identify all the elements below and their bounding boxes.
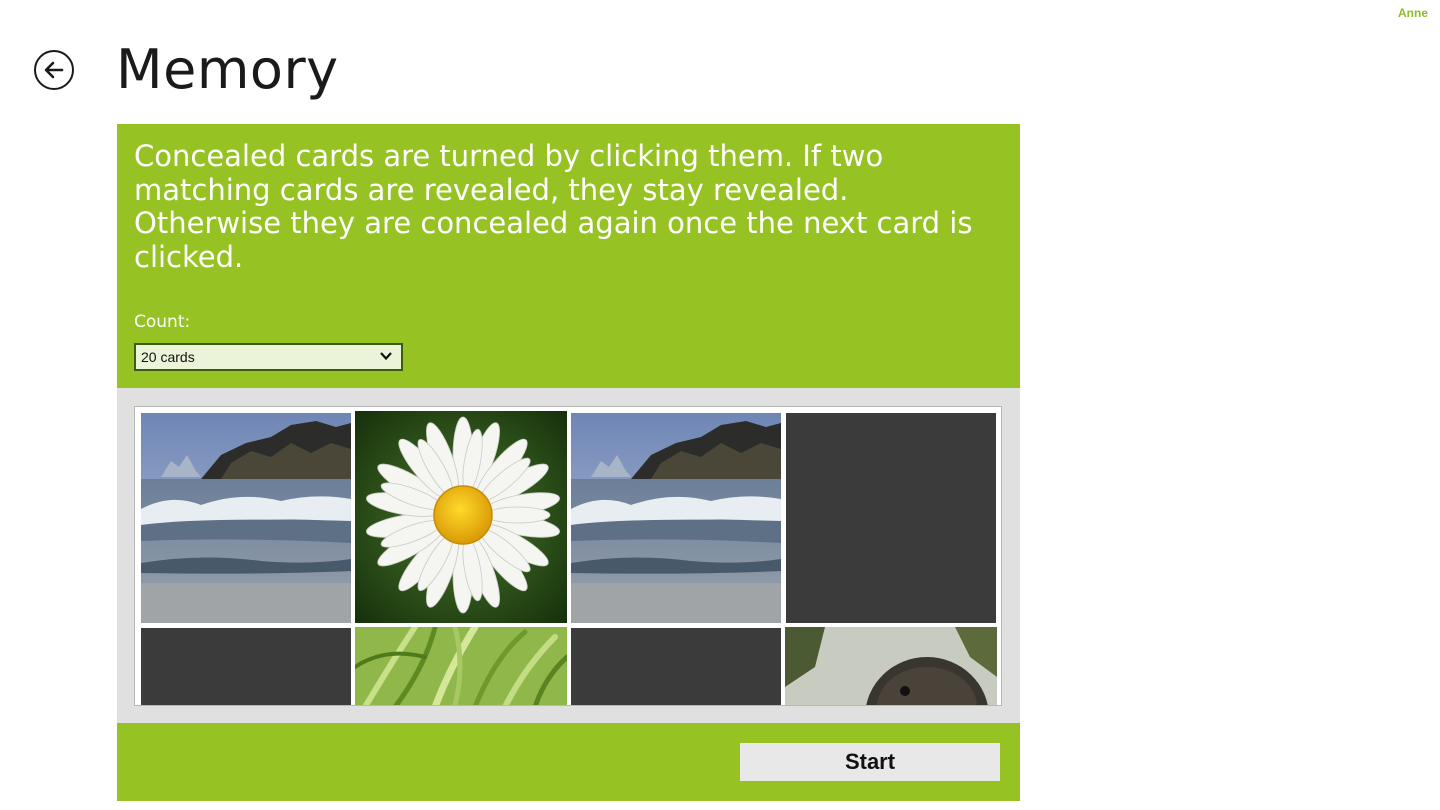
card-daisy-flower[interactable] (355, 411, 567, 623)
start-button[interactable]: Start (740, 743, 1000, 781)
daisy-flower-image (355, 411, 567, 623)
back-button[interactable] (34, 50, 74, 90)
user-name[interactable]: Anne (1398, 6, 1428, 20)
card-board (134, 406, 1002, 706)
info-panel: Concealed cards are turned by clicking t… (117, 124, 1020, 388)
card-duck[interactable] (785, 627, 997, 705)
card-concealed[interactable] (571, 628, 781, 705)
count-label: Count: (134, 312, 191, 332)
card-sea-rocks[interactable] (141, 413, 351, 623)
grass-image (355, 627, 567, 705)
card-grass[interactable] (355, 627, 567, 705)
game-description: Concealed cards are turned by clicking t… (134, 139, 973, 274)
card-concealed[interactable] (786, 413, 996, 623)
page-title: Memory (116, 38, 339, 101)
count-select[interactable]: 20 cards (134, 343, 403, 371)
count-select-value: 20 cards (141, 349, 195, 365)
sea-rocks-image (571, 413, 781, 623)
sea-rocks-image (141, 413, 351, 623)
arrow-left-circle-icon (44, 61, 64, 79)
footer-bar: Start (117, 723, 1020, 801)
board-area (117, 388, 1020, 723)
card-concealed[interactable] (141, 628, 351, 705)
card-sea-rocks[interactable] (571, 413, 781, 623)
duck-image (785, 627, 997, 705)
chevron-down-icon (380, 352, 392, 361)
